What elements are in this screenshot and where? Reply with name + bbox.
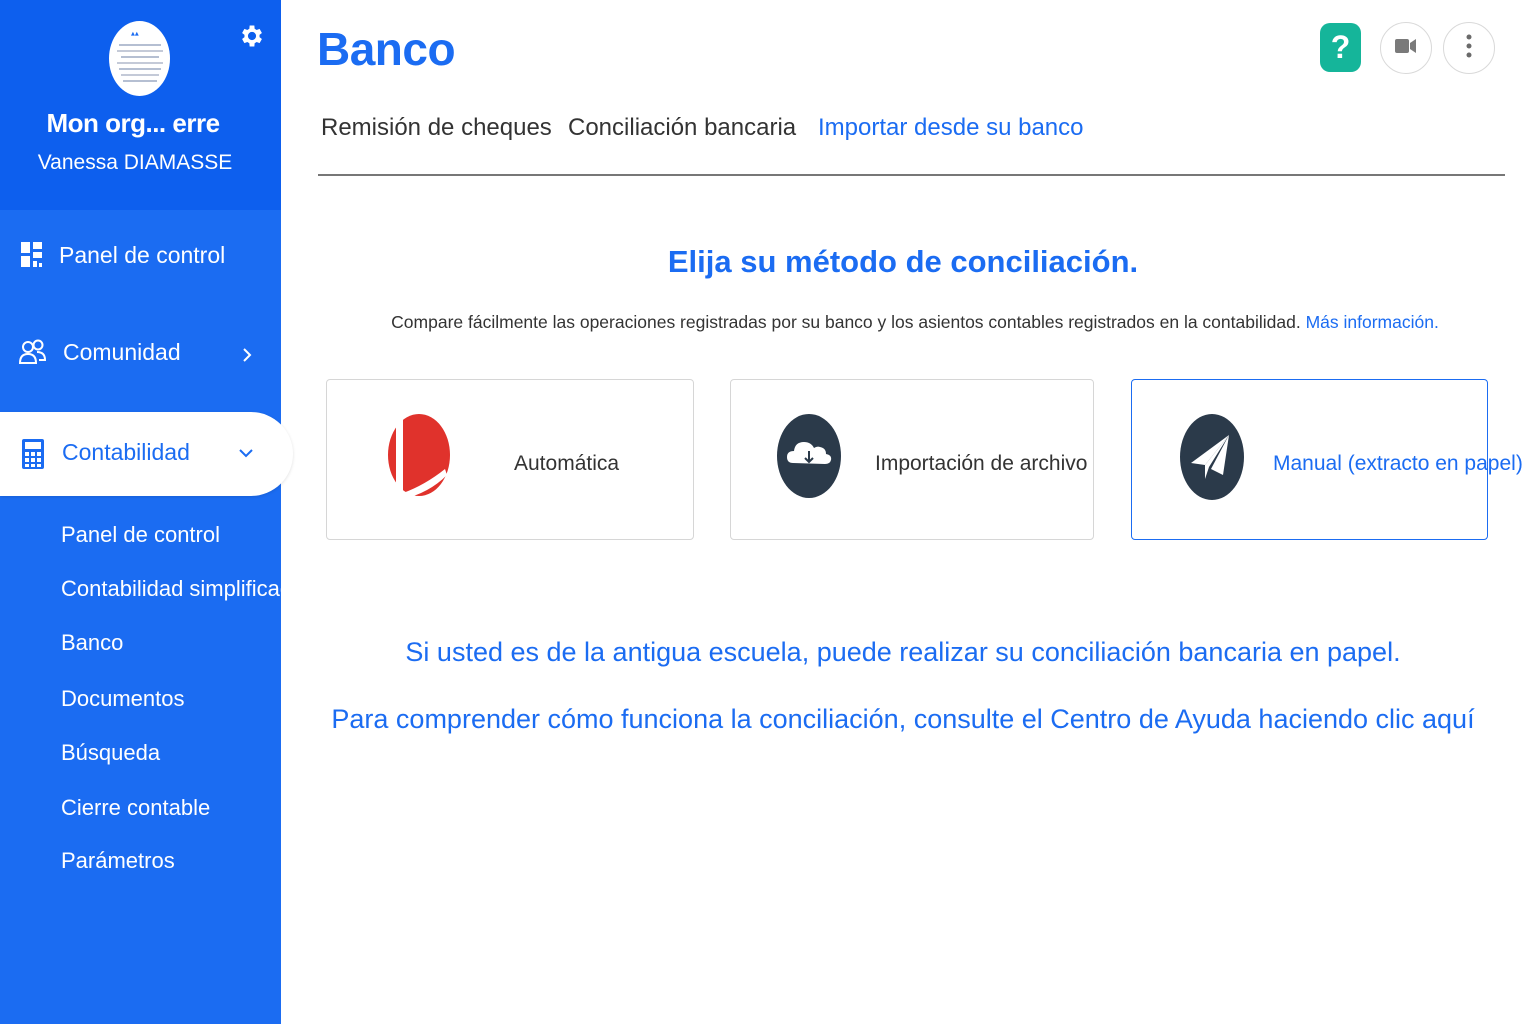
more-vertical-icon (1466, 34, 1472, 63)
automatic-logo-icon (385, 413, 451, 504)
method-card-file-import[interactable]: Importación de archivo (730, 379, 1094, 540)
tab-bank-reconciliation[interactable]: Conciliación bancaria (568, 114, 796, 142)
svg-text:▲▲: ▲▲ (131, 31, 139, 37)
subnav-simplified-accounting[interactable]: Contabilidad simplificada (61, 576, 304, 602)
calculator-icon (21, 438, 45, 475)
tab-check-remittance[interactable]: Remisión de cheques (321, 114, 552, 142)
sidebar-item-accounting[interactable]: Contabilidad (0, 412, 293, 496)
subnav-dashboard[interactable]: Panel de control (61, 522, 220, 548)
subnav-documents[interactable]: Documentos (61, 686, 185, 712)
help-icon: ? (1330, 29, 1351, 65)
sidebar-header: ▲▲ Mon org... erre Vanessa DIAMASSE (0, 0, 281, 210)
gear-icon[interactable] (238, 22, 266, 50)
card-label: Manual (extracto en papel) (1273, 452, 1523, 475)
help-center-link[interactable]: Para comprender cómo funciona la concili… (318, 704, 1488, 735)
subnav-closing[interactable]: Cierre contable (61, 795, 210, 821)
chevron-down-icon (237, 444, 255, 462)
video-button[interactable] (1380, 22, 1432, 74)
section-description: Compare fácilmente las operaciones regis… (318, 312, 1512, 333)
description-text: Compare fácilmente las operaciones regis… (391, 312, 1301, 332)
user-name: Vanessa DIAMASSE (37, 151, 233, 174)
subnav-search[interactable]: Búsqueda (61, 740, 160, 766)
organization-name: Mon org... erre (46, 108, 220, 138)
sidebar-item-label: Panel de control (59, 242, 226, 268)
section-title: Elija su método de conciliación. (667, 244, 1139, 279)
subnav-bank[interactable]: Banco (61, 630, 123, 656)
paper-reconciliation-text: Si usted es de la antigua escuela, puede… (405, 637, 1401, 667)
sidebar-item-label: Contabilidad (62, 439, 190, 465)
method-card-manual[interactable]: Manual (extracto en papel) (1131, 379, 1523, 540)
sidebar-item-community[interactable]: Comunidad (0, 327, 281, 377)
card-label: Automática (514, 452, 620, 475)
more-options-button[interactable] (1443, 22, 1495, 74)
more-info-link[interactable]: Más información. (1306, 312, 1439, 332)
chevron-right-icon (238, 343, 256, 362)
sidebar-item-dashboard[interactable]: Panel de control (0, 232, 281, 282)
tab-import-from-bank[interactable]: Importar desde su banco (818, 114, 1084, 142)
cloud-download-icon (776, 413, 842, 504)
sidebar-item-label: Comunidad (63, 339, 181, 365)
organization-avatar[interactable]: ▲▲ (109, 21, 170, 96)
method-card-automatic[interactable]: Automática (326, 379, 694, 540)
card-label: Importación de archivo (875, 452, 1088, 475)
help-button[interactable]: ? (1320, 23, 1361, 72)
paper-plane-icon (1179, 413, 1245, 506)
dashboard-icon (21, 242, 49, 270)
users-icon (18, 337, 47, 365)
subnav-settings[interactable]: Parámetros (61, 848, 175, 874)
video-camera-icon (1395, 38, 1417, 59)
page-title: Banco (317, 23, 456, 75)
bank-tabs: Remisión de cheques Conciliación bancari… (318, 104, 1505, 176)
sidebar: ▲▲ Mon org... erre Vanessa DIAMASSE Pane… (0, 0, 304, 1024)
